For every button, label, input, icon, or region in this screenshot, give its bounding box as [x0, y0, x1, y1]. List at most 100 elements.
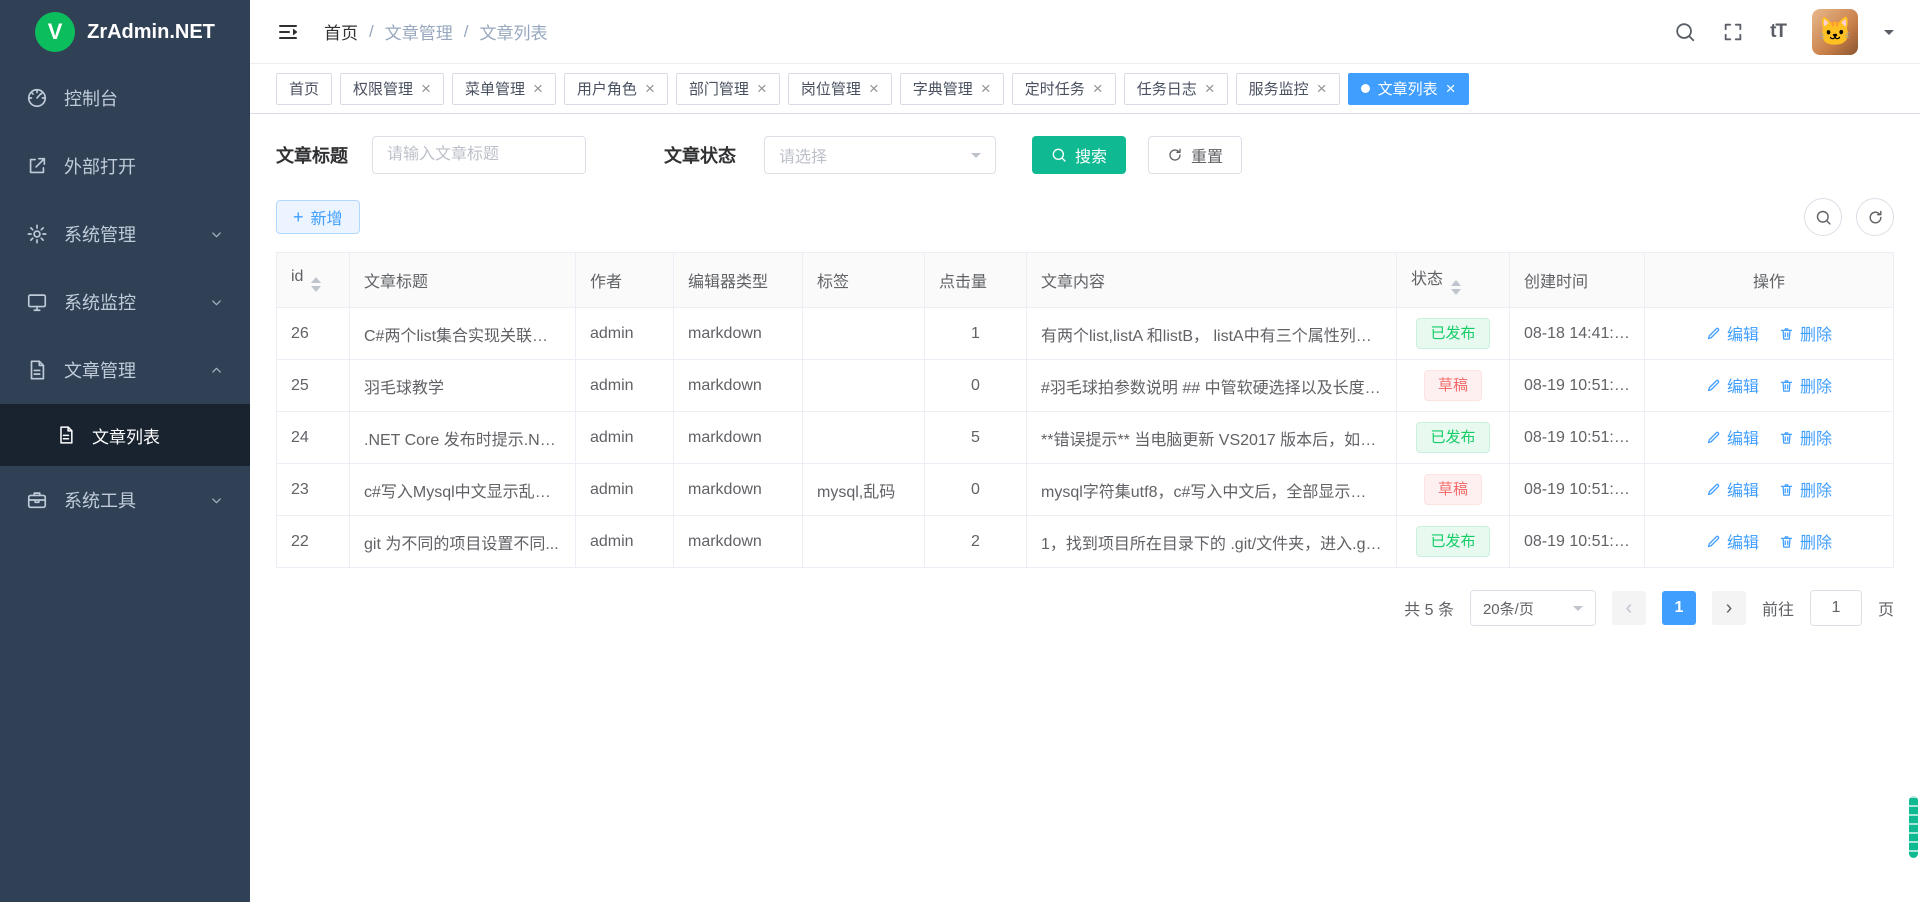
cell-title: 羽毛球教学 — [350, 360, 576, 412]
tab-home[interactable]: 首页 — [276, 73, 332, 105]
menu-label: 系统监控 — [64, 289, 209, 315]
column-header-id[interactable]: id — [277, 253, 350, 308]
page-size-select[interactable]: 20条/页 — [1470, 590, 1596, 626]
delete-button[interactable]: 删除 — [1779, 321, 1832, 345]
edit-button[interactable]: 编辑 — [1706, 529, 1759, 553]
prev-page-button[interactable]: ‹ — [1612, 591, 1646, 625]
search-button-label: 搜索 — [1075, 143, 1107, 167]
next-page-button[interactable]: › — [1712, 591, 1746, 625]
cell-created: 08-19 10:51:22 — [1510, 516, 1645, 568]
delete-button[interactable]: 删除 — [1779, 425, 1832, 449]
edit-button[interactable]: 编辑 — [1706, 477, 1759, 501]
delete-button[interactable]: 删除 — [1779, 477, 1832, 501]
tab-permission[interactable]: 权限管理 × — [340, 73, 444, 105]
cell-editor: markdown — [674, 464, 803, 516]
sidebar-item-external-open[interactable]: 外部打开 — [0, 132, 250, 200]
tab-menu-manage[interactable]: 菜单管理× — [452, 73, 556, 105]
document-icon — [26, 359, 48, 381]
close-icon[interactable]: × — [1205, 80, 1215, 97]
sidebar-item-system-manage[interactable]: 系统管理 — [0, 200, 250, 268]
column-header-editor: 编辑器类型 — [674, 253, 803, 308]
close-icon[interactable]: × — [869, 80, 879, 97]
sidebar-item-article-list[interactable]: 文章列表 — [0, 404, 250, 466]
cell-author: admin — [576, 412, 674, 464]
toggle-search-button[interactable] — [1804, 198, 1842, 236]
logo-icon: V — [35, 12, 75, 52]
filter-form: 文章标题 文章状态 请选择 搜索 重置 — [276, 136, 1894, 174]
add-button[interactable]: + 新增 — [276, 200, 360, 234]
sidebar-fold-icon[interactable] — [276, 20, 300, 44]
tab-dept-manage[interactable]: 部门管理× — [676, 73, 780, 105]
cell-status: 草稿 — [1397, 360, 1510, 412]
article-status-select[interactable]: 请选择 — [764, 136, 996, 174]
sidebar-item-dashboard[interactable]: 控制台 — [0, 64, 250, 132]
scrollbar-thumb[interactable] — [1909, 796, 1918, 858]
navbar-actions: tT 🐱 — [1674, 9, 1894, 55]
sort-caret-icon[interactable] — [311, 277, 321, 292]
close-icon[interactable]: × — [533, 80, 543, 97]
close-icon[interactable]: × — [981, 80, 991, 97]
cell-id: 22 — [277, 516, 350, 568]
table-row: 24 .NET Core 发布时提示.NET... admin markdown… — [277, 412, 1894, 464]
sort-caret-icon[interactable] — [1451, 280, 1461, 295]
column-header-hits: 点击量 — [925, 253, 1027, 308]
cell-editor: markdown — [674, 412, 803, 464]
tab-service-monitor[interactable]: 服务监控× — [1236, 73, 1340, 105]
pagination-total: 共 5 条 — [1404, 596, 1454, 620]
search-button[interactable]: 搜索 — [1032, 136, 1126, 174]
refresh-button[interactable] — [1856, 198, 1894, 236]
user-avatar[interactable]: 🐱 — [1812, 9, 1858, 55]
close-icon[interactable]: × — [1317, 80, 1327, 97]
close-icon[interactable]: × — [757, 80, 767, 97]
close-icon[interactable]: × — [421, 80, 431, 97]
article-title-input[interactable] — [372, 136, 586, 174]
delete-label: 删除 — [1800, 477, 1832, 501]
column-label: 作者 — [590, 274, 622, 291]
tab-post-manage[interactable]: 岗位管理 × — [788, 73, 892, 105]
delete-button[interactable]: 删除 — [1779, 529, 1832, 553]
delete-label: 删除 — [1800, 321, 1832, 345]
chevron-up-icon — [209, 363, 224, 378]
cell-status: 已发布 — [1397, 412, 1510, 464]
tab-label: 文章列表 — [1378, 78, 1438, 99]
cell-title: git 为不同的项目设置不同... — [350, 516, 576, 568]
fullscreen-icon[interactable] — [1722, 21, 1744, 43]
edit-label: 编辑 — [1727, 477, 1759, 501]
menu-label: 控制台 — [64, 85, 224, 111]
sidebar-item-article-manage[interactable]: 文章管理 — [0, 336, 250, 404]
tab-label: 权限管理 — [353, 78, 413, 99]
breadcrumb-home[interactable]: 首页 — [324, 19, 358, 44]
column-header-status[interactable]: 状态 — [1397, 253, 1510, 308]
article-table: id 文章标题 作者 编辑器类型 标签 点击量 文章内容 状态 创建时间 操作 — [276, 252, 1894, 568]
tab-task-log[interactable]: 任务日志× — [1124, 73, 1228, 105]
cell-content: 1，找到项目所在目录下的 .git/文件夹，进入.git/... — [1027, 516, 1397, 568]
close-icon[interactable]: × — [1446, 80, 1456, 97]
cell-author: admin — [576, 516, 674, 568]
close-icon[interactable]: × — [1093, 80, 1103, 97]
edit-button[interactable]: 编辑 — [1706, 425, 1759, 449]
chevron-down-icon — [209, 295, 224, 310]
chevron-down-icon[interactable] — [1884, 30, 1894, 40]
sidebar-item-system-tools[interactable]: 系统工具 — [0, 466, 250, 534]
tab-label: 用户角色 — [577, 78, 637, 99]
tab-cron-task[interactable]: 定时任务× — [1012, 73, 1116, 105]
edit-button[interactable]: 编辑 — [1706, 321, 1759, 345]
sidebar-item-system-monitor[interactable]: 系统监控 — [0, 268, 250, 336]
close-icon[interactable]: × — [645, 80, 655, 97]
goto-page-input[interactable] — [1810, 590, 1862, 626]
reset-button[interactable]: 重置 — [1148, 136, 1242, 174]
edit-button[interactable]: 编辑 — [1706, 373, 1759, 397]
delete-button[interactable]: 删除 — [1779, 373, 1832, 397]
edit-label: 编辑 — [1727, 425, 1759, 449]
cell-hits: 2 — [925, 516, 1027, 568]
search-icon[interactable] — [1674, 21, 1696, 43]
table-header-row: id 文章标题 作者 编辑器类型 标签 点击量 文章内容 状态 创建时间 操作 — [277, 253, 1894, 308]
table-row: 22 git 为不同的项目设置不同... admin markdown 2 1，… — [277, 516, 1894, 568]
tab-label: 岗位管理 — [801, 78, 861, 99]
tab-user-role[interactable]: 用户角色 × — [564, 73, 668, 105]
column-label: 文章内容 — [1041, 274, 1105, 291]
page-number-1[interactable]: 1 — [1662, 591, 1696, 625]
font-size-icon[interactable]: tT — [1770, 21, 1786, 43]
tab-article-list[interactable]: 文章列表 × — [1348, 73, 1469, 105]
tab-dict-manage[interactable]: 字典管理× — [900, 73, 1004, 105]
